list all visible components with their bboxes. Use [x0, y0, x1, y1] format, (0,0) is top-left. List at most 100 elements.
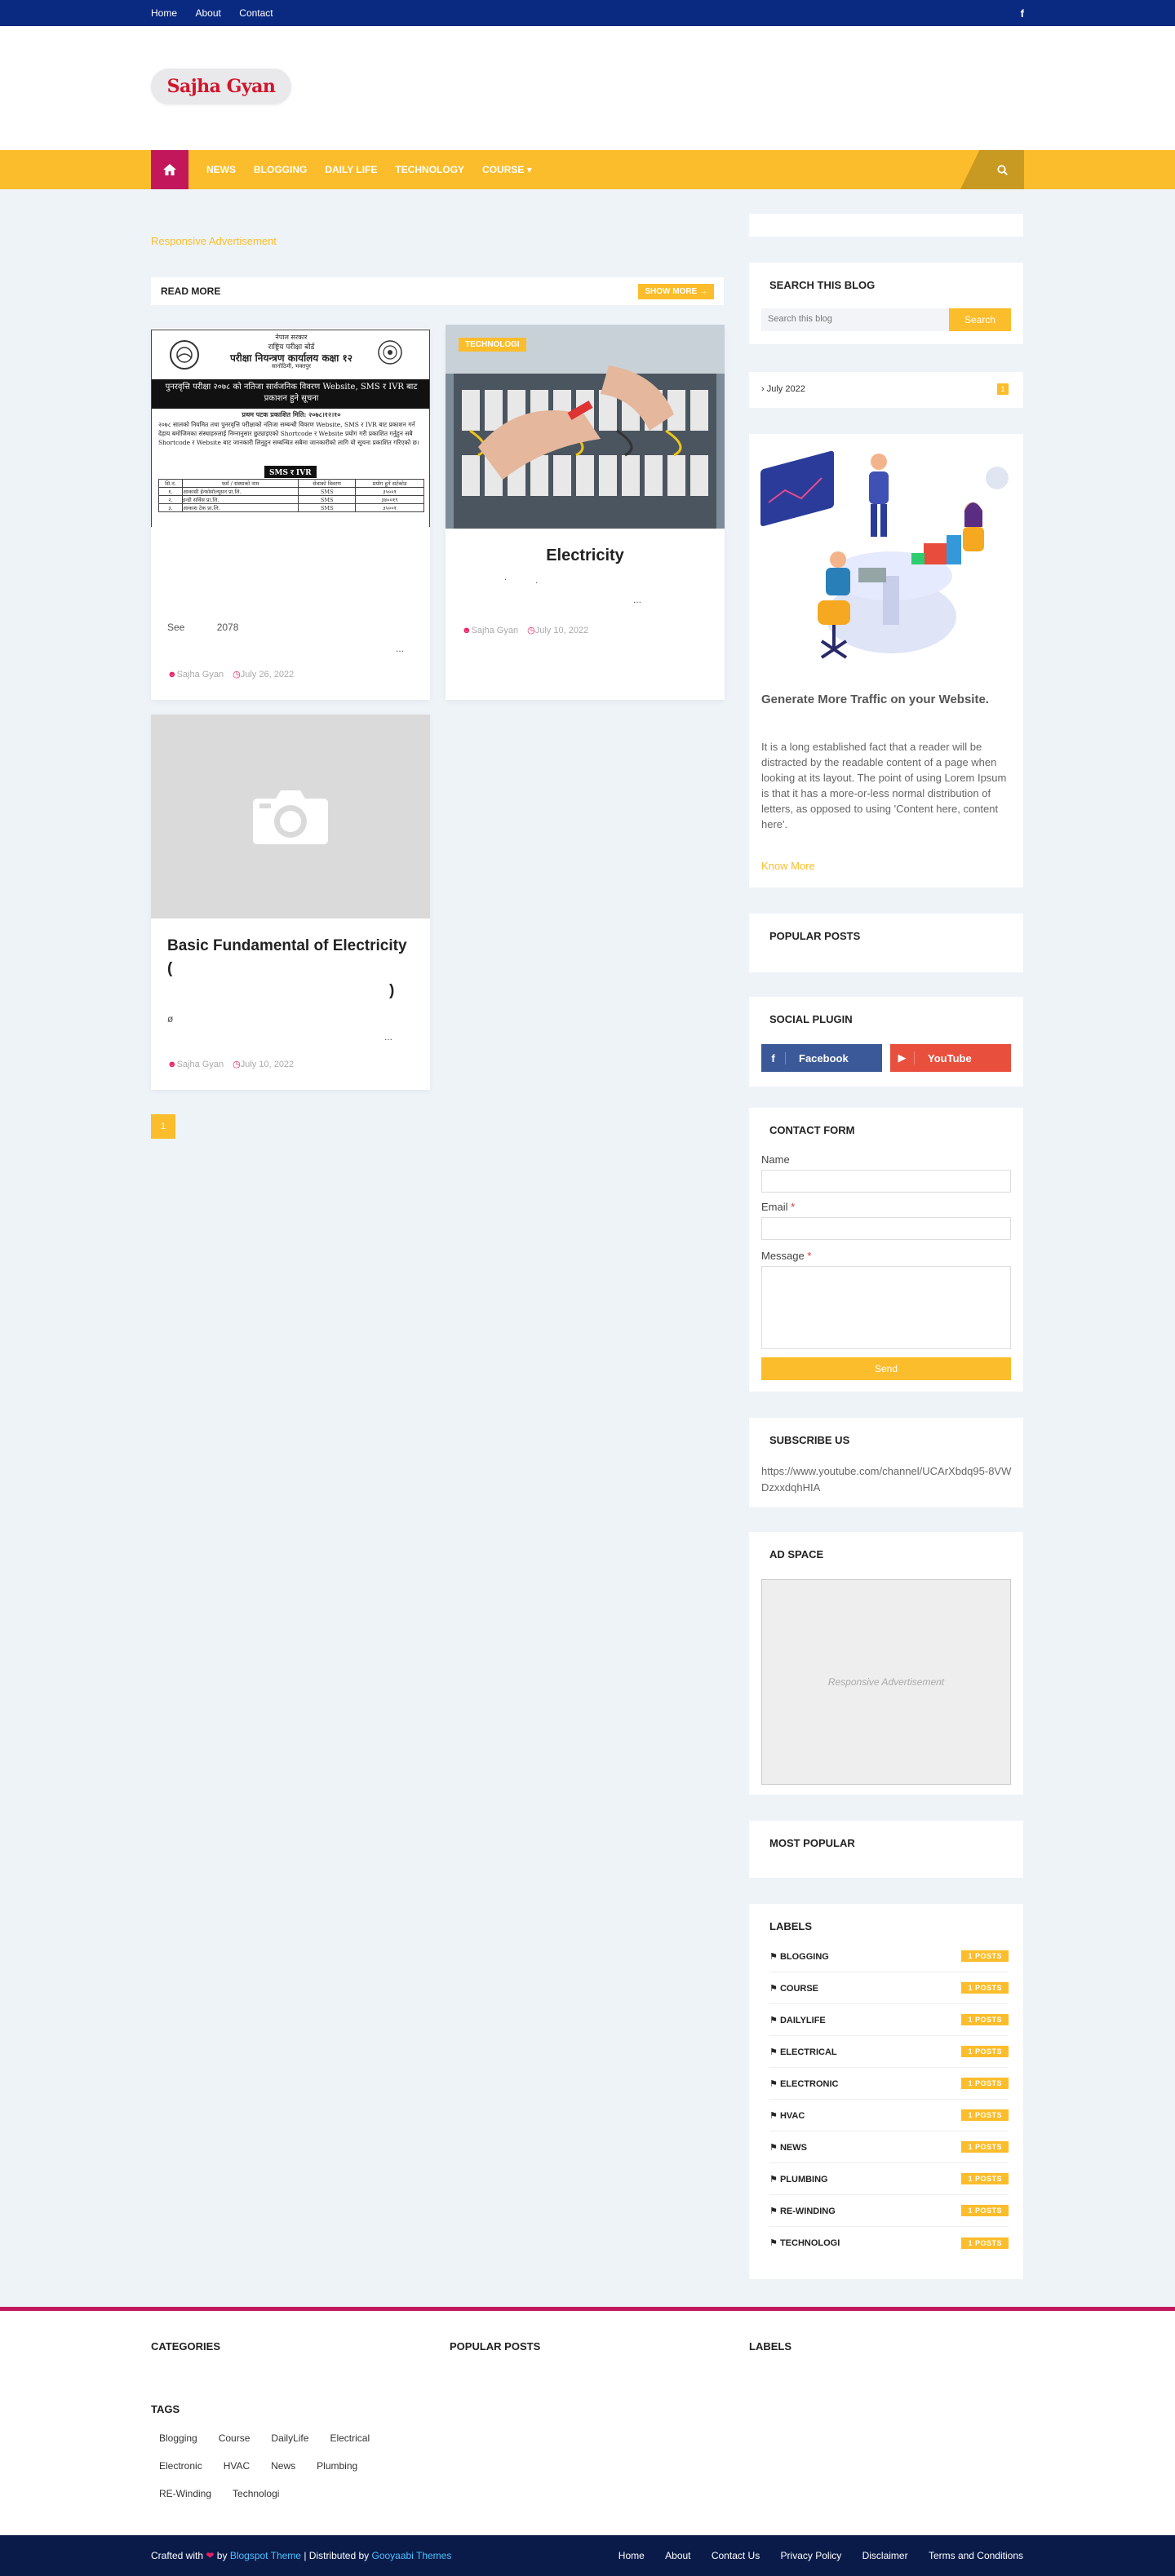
- site-logo[interactable]: Sajha Gyan: [151, 69, 291, 104]
- post-category-tag[interactable]: TECHNOLOGI: [459, 338, 526, 352]
- label-item[interactable]: ⚑ PLUMBING 1 POSTS: [769, 2163, 1009, 2195]
- footer-link-contact[interactable]: Contact Us: [712, 2550, 760, 2561]
- label-item[interactable]: ⚑ COURSE 1 POSTS: [769, 1972, 1009, 2004]
- label-item[interactable]: ⚑ NEWS 1 POSTS: [769, 2131, 1009, 2163]
- post-thumbnail[interactable]: नेपाल सरकार राष्ट्रिय परीक्षा बोर्ड परीक…: [151, 328, 430, 527]
- label-name: ⚑ COURSE: [769, 1983, 818, 1994]
- tag-link[interactable]: RE-Winding: [151, 2483, 219, 2504]
- user-icon: ☻: [167, 1060, 177, 1069]
- label-name-text: HVAC: [779, 2110, 805, 2121]
- know-more-link[interactable]: Know More: [761, 860, 815, 872]
- label-item[interactable]: ⚑ TECHNOLOGI 1 POSTS: [769, 2227, 1009, 2259]
- label-item[interactable]: ⚑ RE-WINDING 1 POSTS: [769, 2195, 1009, 2227]
- tag-link[interactable]: Plumbing: [308, 2455, 366, 2476]
- notice-td: आकासी ईन्फोसोल्यूसन प्रा.लि.: [182, 487, 299, 496]
- footer-categories-title: CATEGORIES: [151, 2340, 220, 2352]
- show-more-button[interactable]: SHOW MORE →: [638, 283, 714, 299]
- promo-title: Generate More Traffic on your Website.: [761, 693, 989, 706]
- facebook-button[interactable]: f Facebook: [761, 1044, 882, 1072]
- home-icon[interactable]: [151, 150, 188, 189]
- post-author[interactable]: Sajha Gyan: [177, 1060, 224, 1069]
- post-card[interactable]: Basic Fundamental of Electricity ( ) ø .…: [151, 715, 430, 1090]
- label-name: ⚑ PLUMBING: [769, 2174, 828, 2184]
- facebook-label: Facebook: [799, 1051, 849, 1064]
- label-name: ⚑ ELECTRICAL: [769, 2047, 837, 2057]
- pagination-page[interactable]: 1: [151, 1114, 175, 1139]
- label-count: 1 POSTS: [961, 2078, 1009, 2089]
- responsive-ad[interactable]: Responsive Advertisement: [151, 235, 277, 247]
- ad-placeholder[interactable]: Responsive Advertisement: [761, 1579, 1011, 1785]
- nav-item-blogging[interactable]: BLOGGING: [254, 164, 307, 175]
- tag-link[interactable]: Course: [211, 2428, 259, 2449]
- tag-link[interactable]: News: [263, 2455, 304, 2476]
- footer-link-terms[interactable]: Terms and Conditions: [929, 2550, 1023, 2561]
- post-title[interactable]: Electricity: [446, 547, 725, 565]
- facebook-icon: f: [761, 1051, 786, 1064]
- nav-item-course[interactable]: COURSE ▾: [482, 164, 532, 175]
- search-icon[interactable]: [960, 150, 1024, 189]
- post-title[interactable]: Basic Fundamental of Electricity (: [167, 935, 412, 980]
- post-thumbnail[interactable]: [151, 715, 430, 918]
- credits: Crafted with ❤ by Blogspot Theme | Distr…: [151, 2550, 451, 2561]
- post-thumbnail[interactable]: [446, 325, 725, 529]
- promo-widget: Generate More Traffic on your Website. I…: [749, 434, 1023, 887]
- archive-item[interactable]: › July 2022: [761, 384, 805, 394]
- post-author[interactable]: Sajha Gyan: [472, 626, 518, 635]
- top-link-about[interactable]: About: [195, 7, 220, 19]
- user-icon: ☻: [167, 670, 177, 679]
- notice-td: SMS: [298, 503, 357, 512]
- post-excerpt: .: [535, 574, 539, 586]
- notice-th: सि.नं.: [157, 479, 184, 488]
- label-name: ⚑ TECHNOLOGI: [769, 2237, 840, 2248]
- top-link-contact[interactable]: Contact: [239, 7, 273, 19]
- tag-link[interactable]: Blogging: [151, 2428, 206, 2449]
- footer-link-disclaimer[interactable]: Disclaimer: [862, 2550, 908, 2561]
- label-item[interactable]: ⚑ ELECTRONIC 1 POSTS: [769, 2068, 1009, 2100]
- email-field[interactable]: [761, 1217, 1011, 1240]
- youtube-button[interactable]: ▶ YouTube: [890, 1044, 1011, 1072]
- label-item[interactable]: ⚑ DAILYLIFE 1 POSTS: [769, 2004, 1009, 2036]
- blogspot-theme-link[interactable]: Blogspot Theme: [230, 2550, 301, 2561]
- top-link-home[interactable]: Home: [151, 7, 177, 19]
- tag-link[interactable]: Electronic: [151, 2455, 211, 2476]
- name-field[interactable]: [761, 1170, 1011, 1193]
- post-excerpt-b: 2078: [216, 622, 239, 633]
- label-item[interactable]: ⚑ BLOGGING 1 POSTS: [769, 1941, 1009, 1972]
- notice-td: इन्डी सर्विस प्रा.लि.: [182, 495, 299, 504]
- post-card[interactable]: TECHNOLOGI Electricity . . ... ☻Sajha Gy…: [446, 325, 725, 700]
- gooyaabi-link[interactable]: Gooyaabi Themes: [372, 2550, 452, 2561]
- nav-item-daily-life[interactable]: DAILY LIFE: [325, 164, 377, 175]
- footer-link-privacy[interactable]: Privacy Policy: [781, 2550, 842, 2561]
- search-input[interactable]: Search this blog: [761, 308, 949, 331]
- user-icon: ☻: [462, 626, 472, 635]
- notice-image: नेपाल सरकार राष्ट्रिय परीक्षा बोर्ड परीक…: [151, 330, 430, 527]
- label-item[interactable]: ⚑ ELECTRICAL 1 POSTS: [769, 2036, 1009, 2068]
- facebook-icon[interactable]: f: [1021, 7, 1024, 20]
- message-field[interactable]: [761, 1266, 1011, 1349]
- footer-link-about[interactable]: About: [665, 2550, 690, 2561]
- label-name: ⚑ DAILYLIFE: [769, 2015, 826, 2025]
- bottom-bar: Crafted with ❤ by Blogspot Theme | Distr…: [0, 2535, 1175, 2576]
- post-author[interactable]: Sajha Gyan: [177, 670, 224, 679]
- widget-title: MOST POPULAR: [769, 1837, 855, 1849]
- chevron-right-icon: ›: [761, 384, 765, 394]
- nav-item-technology[interactable]: TECHNOLOGY: [395, 164, 464, 175]
- subscribe-link[interactable]: https://www.youtube.com/channel/UCArXbdq…: [761, 1463, 1016, 1496]
- credits-crafted: Crafted with: [151, 2550, 204, 2561]
- notice-th: प्रयोग हुने सर्टकोड: [355, 479, 424, 488]
- email-label: Email *: [761, 1201, 795, 1213]
- tag-link[interactable]: HVAC: [215, 2455, 258, 2476]
- tag-link[interactable]: Electrical: [321, 2428, 378, 2449]
- nav-item-news[interactable]: NEWS: [206, 164, 236, 175]
- tag-cloud: Blogging Course DailyLife Electrical Electro…: [151, 2428, 412, 2511]
- label-name-text: DAILYLIFE: [779, 2015, 826, 2025]
- label-count: 1 POSTS: [961, 2237, 1009, 2249]
- post-card[interactable]: नेपाल सरकार राष्ट्रिय परीक्षा बोर्ड परीक…: [151, 328, 430, 700]
- tag-link[interactable]: DailyLife: [263, 2428, 317, 2449]
- search-button[interactable]: Search: [949, 308, 1011, 331]
- footer-link-home[interactable]: Home: [619, 2550, 645, 2561]
- tag-link[interactable]: Technologi: [224, 2483, 287, 2504]
- send-button[interactable]: Send: [761, 1357, 1011, 1380]
- label-name: ⚑ BLOGGING: [769, 1951, 829, 1962]
- label-item[interactable]: ⚑ HVAC 1 POSTS: [769, 2100, 1009, 2131]
